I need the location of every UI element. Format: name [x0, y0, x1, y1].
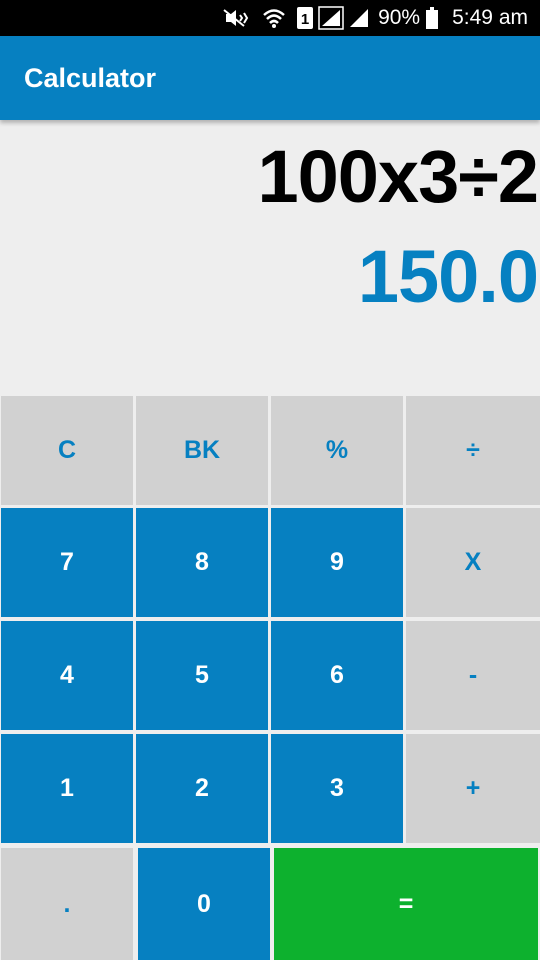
divide-button[interactable]: ÷: [406, 396, 540, 505]
battery-icon: [426, 7, 439, 29]
digit-2-button[interactable]: 2: [136, 734, 268, 843]
digit-8-button[interactable]: 8: [136, 508, 268, 617]
keypad: C BK % ÷ 7 8 9 X 4 5 6 - 1 2 3 + . 0 =: [0, 394, 540, 960]
digit-5-button[interactable]: 5: [136, 621, 268, 730]
wifi-icon: [262, 7, 286, 29]
decimal-button[interactable]: .: [1, 848, 133, 960]
plus-button[interactable]: +: [406, 734, 540, 843]
multiply-button[interactable]: X: [406, 508, 540, 617]
app-bar: Calculator: [0, 36, 540, 120]
digit-9-button[interactable]: 9: [271, 508, 403, 617]
minus-button[interactable]: -: [406, 621, 540, 730]
calculator-display: 100x3÷2 150.0: [0, 120, 540, 394]
sim-card-icon: 1: [296, 6, 314, 30]
digit-1-button[interactable]: 1: [1, 734, 133, 843]
app-title: Calculator: [24, 62, 157, 93]
digit-0-button[interactable]: 0: [138, 848, 270, 960]
digit-4-button[interactable]: 4: [1, 621, 133, 730]
equals-button[interactable]: =: [274, 848, 538, 960]
expression-text: 100x3÷2: [257, 135, 539, 218]
status-bar: 1 90% 5:49 am: [0, 0, 540, 36]
signal-strength-icon: [318, 6, 344, 30]
backspace-button[interactable]: BK: [136, 396, 268, 505]
digit-3-button[interactable]: 3: [271, 734, 403, 843]
percent-button[interactable]: %: [271, 396, 403, 505]
clear-button[interactable]: C: [1, 396, 133, 505]
clock-time: 5:49 am: [452, 6, 528, 29]
battery-percent: 90%: [378, 6, 421, 29]
svg-text:1: 1: [301, 11, 309, 28]
result-text: 150.0: [357, 235, 539, 318]
digit-6-button[interactable]: 6: [271, 621, 403, 730]
mute-icon: [222, 8, 252, 28]
signal-strength-icon-2: [348, 7, 370, 29]
digit-7-button[interactable]: 7: [1, 508, 133, 617]
